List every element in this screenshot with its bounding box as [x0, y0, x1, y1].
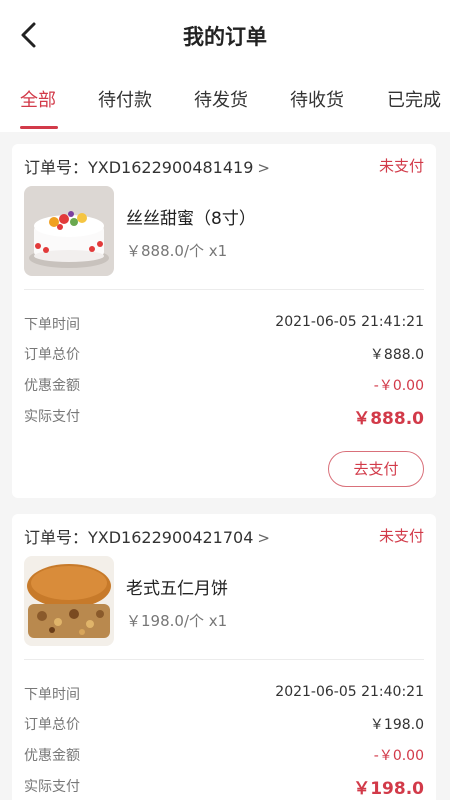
- order-time-label: 下单时间: [24, 317, 80, 333]
- order-status: 未支付: [378, 157, 424, 175]
- actual-payment-row: 实际支付 ￥888.0: [24, 406, 424, 429]
- order-card[interactable]: 订单号：YXD1622900481419 > 未支付 丝丝甜蜜（8寸） ￥888.…: [12, 144, 436, 498]
- discount-value: -￥0.00: [373, 748, 424, 764]
- tab-pending-shipment[interactable]: 待发货: [194, 86, 248, 112]
- order-number-text: 订单号：YXD1622900481419: [24, 158, 254, 177]
- tab-pending-payment[interactable]: 待付款: [98, 86, 152, 112]
- page-title: 我的订单: [183, 25, 267, 49]
- order-total-value: ￥198.0: [369, 717, 424, 733]
- product-name: 丝丝甜蜜（8寸）: [126, 209, 256, 229]
- order-number-text: 订单号：YXD1622900421704: [24, 528, 254, 547]
- header-bar: 我的订单: [0, 0, 450, 70]
- discount-value: -￥0.00: [373, 378, 424, 394]
- discount-row: 优惠金额 -￥0.00: [24, 745, 424, 767]
- order-total-row: 订单总价 ￥198.0: [24, 714, 424, 736]
- order-time-value: 2021-06-05 21:40:21: [275, 684, 424, 700]
- mooncake-image[interactable]: [24, 556, 114, 646]
- chevron-right-icon: >: [257, 159, 270, 177]
- actual-payment-label: 实际支付: [24, 779, 80, 795]
- discount-row: 优惠金额 -￥0.00: [24, 375, 424, 397]
- order-number[interactable]: 订单号：YXD1622900421704 >: [24, 524, 270, 548]
- pay-button[interactable]: 去支付: [328, 451, 424, 487]
- actual-payment-value: ￥198.0: [353, 779, 424, 799]
- order-time-row: 下单时间 2021-06-05 21:40:21: [24, 684, 424, 706]
- cake-image[interactable]: [24, 186, 114, 276]
- product-price: ￥888.0/个 x1: [126, 242, 228, 260]
- discount-label: 优惠金额: [24, 378, 80, 394]
- order-total-value: ￥888.0: [369, 347, 424, 363]
- order-card[interactable]: 订单号：YXD1622900421704 > 未支付 老式五仁月饼 ￥198.0/…: [12, 514, 436, 800]
- order-time-row: 下单时间 2021-06-05 21:41:21: [24, 314, 424, 336]
- order-number[interactable]: 订单号：YXD1622900481419 >: [24, 154, 270, 178]
- order-tabs: 全部 待付款 待发货 待收货 已完成: [0, 70, 450, 132]
- order-total-row: 订单总价 ￥888.0: [24, 344, 424, 366]
- order-time-value: 2021-06-05 21:41:21: [275, 314, 424, 330]
- divider: [24, 289, 424, 290]
- product-name: 老式五仁月饼: [126, 579, 228, 599]
- actual-payment-value: ￥888.0: [353, 409, 424, 429]
- divider: [24, 659, 424, 660]
- order-status: 未支付: [378, 527, 424, 545]
- product-price: ￥198.0/个 x1: [126, 612, 228, 630]
- tab-all[interactable]: 全部: [20, 86, 56, 112]
- actual-payment-row: 实际支付 ￥198.0: [24, 776, 424, 799]
- order-total-label: 订单总价: [24, 717, 80, 733]
- discount-label: 优惠金额: [24, 748, 80, 764]
- active-tab-indicator: [20, 126, 58, 129]
- order-total-label: 订单总价: [24, 347, 80, 363]
- chevron-right-icon: >: [257, 529, 270, 547]
- actual-payment-label: 实际支付: [24, 409, 80, 425]
- tab-completed[interactable]: 已完成: [387, 86, 441, 112]
- order-time-label: 下单时间: [24, 687, 80, 703]
- tab-pending-receipt[interactable]: 待收货: [290, 86, 344, 112]
